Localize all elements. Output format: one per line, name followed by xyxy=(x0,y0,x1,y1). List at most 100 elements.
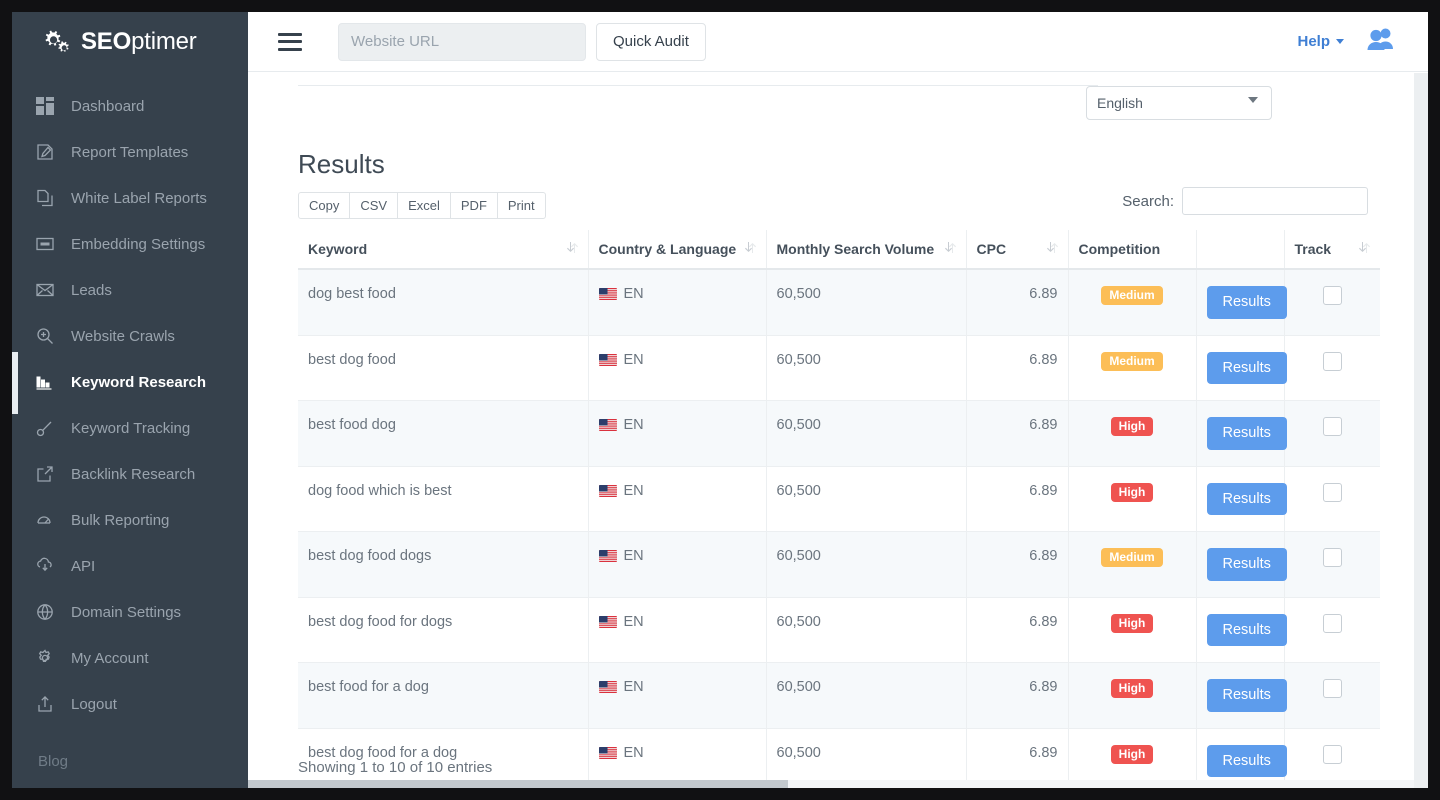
row-results-button[interactable]: Results xyxy=(1207,679,1287,712)
export-pdf-button[interactable]: PDF xyxy=(451,192,498,219)
cell-cpc: 6.89 xyxy=(966,532,1068,598)
sidebar-item-label: Keyword Research xyxy=(71,374,206,391)
sidebar-item-keyword-tracking[interactable]: Keyword Tracking xyxy=(12,405,248,451)
cell-action: Results xyxy=(1196,335,1284,401)
sidebar-item-keyword-research[interactable]: Keyword Research xyxy=(12,359,248,405)
sidebar-blog-link[interactable]: Blog xyxy=(12,753,248,770)
row-results-button[interactable]: Results xyxy=(1207,614,1287,647)
website-url-input[interactable] xyxy=(338,23,586,61)
row-results-button[interactable]: Results xyxy=(1207,483,1287,516)
us-flag-icon xyxy=(599,616,617,628)
track-checkbox[interactable] xyxy=(1323,286,1342,305)
content-horizontal-scrollbar[interactable] xyxy=(248,780,1428,788)
cell-country-language: EN xyxy=(588,532,766,598)
sidebar-item-label: Report Templates xyxy=(71,144,188,161)
hamburger-icon[interactable] xyxy=(278,33,302,51)
sidebar-scrollbar-thumb[interactable] xyxy=(12,352,18,414)
help-menu[interactable]: Help xyxy=(1297,33,1344,50)
cell-keyword: best dog food for dogs xyxy=(298,597,588,663)
column-header-cpc[interactable]: CPC xyxy=(966,230,1068,269)
track-checkbox[interactable] xyxy=(1323,483,1342,502)
row-results-button[interactable]: Results xyxy=(1207,548,1287,581)
table-head: Keyword Country & Language Monthly Searc… xyxy=(298,230,1380,269)
sidebar-item-leads[interactable]: Leads xyxy=(12,267,248,313)
cell-cpc: 6.89 xyxy=(966,466,1068,532)
main-content: English Results Copy CSV Excel PDF Print… xyxy=(248,73,1428,788)
sidebar-item-white-label-reports[interactable]: White Label Reports xyxy=(12,175,248,221)
column-header-country-language[interactable]: Country & Language xyxy=(588,230,766,269)
brand-logo-block[interactable]: SEOptimer xyxy=(12,12,248,72)
language-code: EN xyxy=(624,548,644,564)
sort-icon xyxy=(1047,241,1058,257)
sidebar-item-bulk-reporting[interactable]: Bulk Reporting xyxy=(12,497,248,543)
us-flag-icon xyxy=(599,354,617,366)
cell-action: Results xyxy=(1196,269,1284,335)
cell-monthly-search-volume: 60,500 xyxy=(766,663,966,729)
row-results-button[interactable]: Results xyxy=(1207,745,1287,778)
column-label: Competition xyxy=(1079,241,1161,257)
track-checkbox[interactable] xyxy=(1323,614,1342,633)
sort-icon xyxy=(745,241,756,257)
cell-monthly-search-volume: 60,500 xyxy=(766,728,966,788)
sidebar-item-label: Leads xyxy=(71,282,112,299)
topbar-right-group: Help xyxy=(1297,27,1428,56)
track-checkbox[interactable] xyxy=(1323,352,1342,371)
sidebar-item-label: My Account xyxy=(71,650,149,667)
export-csv-button[interactable]: CSV xyxy=(350,192,398,219)
track-checkbox[interactable] xyxy=(1323,417,1342,436)
cell-country-language: EN xyxy=(588,401,766,467)
language-code: EN xyxy=(624,286,644,302)
sidebar: SEOptimer Dashboard Report Templates Whi… xyxy=(12,12,248,788)
chevron-down-icon xyxy=(1336,39,1344,44)
table-row: best dog food for a dogEN60,5006.89HighR… xyxy=(298,728,1380,788)
sidebar-item-api[interactable]: API xyxy=(12,543,248,589)
row-results-button[interactable]: Results xyxy=(1207,417,1287,450)
table-row: best food for a dogEN60,5006.89HighResul… xyxy=(298,663,1380,729)
table-row: dog best foodEN60,5006.89MediumResults xyxy=(298,269,1380,335)
sidebar-item-backlink-research[interactable]: Backlink Research xyxy=(12,451,248,497)
export-copy-button[interactable]: Copy xyxy=(298,192,350,219)
help-label: Help xyxy=(1297,33,1330,50)
dashboard-grid-icon xyxy=(34,96,55,117)
sidebar-item-website-crawls[interactable]: Website Crawls xyxy=(12,313,248,359)
cell-competition: High xyxy=(1068,401,1196,467)
cell-competition: High xyxy=(1068,597,1196,663)
sidebar-item-report-templates[interactable]: Report Templates xyxy=(12,129,248,175)
export-excel-button[interactable]: Excel xyxy=(398,192,451,219)
sidebar-scrollbar-track[interactable] xyxy=(12,12,18,788)
cell-keyword: best dog food for a dog xyxy=(298,728,588,788)
row-results-button[interactable]: Results xyxy=(1207,352,1287,385)
sidebar-item-domain-settings[interactable]: Domain Settings xyxy=(12,589,248,635)
row-results-button[interactable]: Results xyxy=(1207,286,1287,319)
section-divider xyxy=(298,85,1098,86)
cell-keyword: best dog food xyxy=(298,335,588,401)
track-checkbox[interactable] xyxy=(1323,679,1342,698)
cell-action: Results xyxy=(1196,728,1284,788)
track-checkbox[interactable] xyxy=(1323,548,1342,567)
column-header-monthly-search-volume[interactable]: Monthly Search Volume xyxy=(766,230,966,269)
bar-chart-icon xyxy=(34,372,55,393)
sidebar-item-my-account[interactable]: My Account xyxy=(12,635,248,681)
column-header-keyword[interactable]: Keyword xyxy=(298,230,588,269)
sidebar-item-dashboard[interactable]: Dashboard xyxy=(12,83,248,129)
us-flag-icon xyxy=(599,485,617,497)
export-print-button[interactable]: Print xyxy=(498,192,546,219)
cell-country-language: EN xyxy=(588,335,766,401)
cell-track xyxy=(1284,728,1380,788)
content-horizontal-scrollbar-thumb[interactable] xyxy=(248,780,788,788)
sidebar-item-label: Embedding Settings xyxy=(71,236,205,253)
column-header-competition[interactable]: Competition xyxy=(1068,230,1196,269)
cell-monthly-search-volume: 60,500 xyxy=(766,597,966,663)
sidebar-item-embedding-settings[interactable]: Embedding Settings xyxy=(12,221,248,267)
search-input[interactable] xyxy=(1182,187,1368,215)
column-header-track[interactable]: Track xyxy=(1284,230,1380,269)
sidebar-item-logout[interactable]: Logout xyxy=(12,681,248,727)
people-avatar-icon[interactable] xyxy=(1366,27,1396,56)
quick-audit-button[interactable]: Quick Audit xyxy=(596,23,706,61)
competition-badge: High xyxy=(1111,614,1154,633)
cell-track xyxy=(1284,597,1380,663)
track-checkbox[interactable] xyxy=(1323,745,1342,764)
language-select[interactable]: English xyxy=(1086,86,1272,120)
column-label: CPC xyxy=(977,241,1007,257)
content-vertical-scrollbar[interactable] xyxy=(1414,73,1428,788)
